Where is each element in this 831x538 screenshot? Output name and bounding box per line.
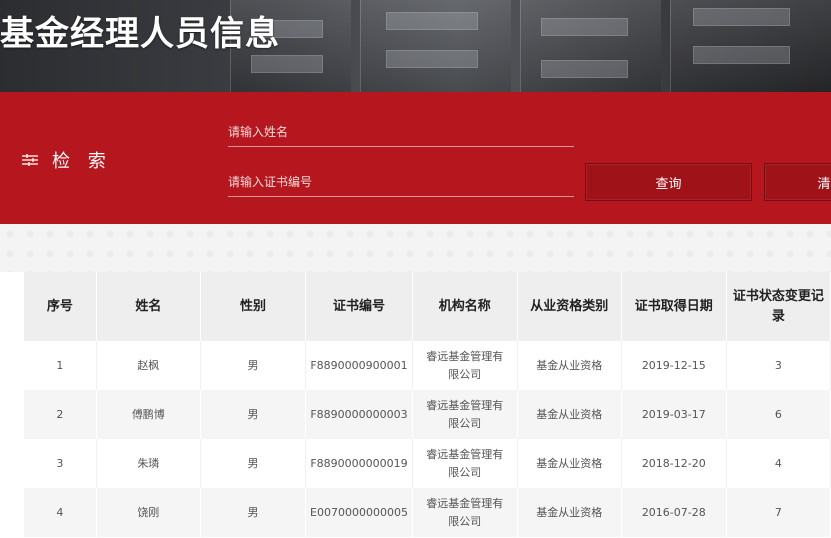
cell-name: 赵枫 [96, 341, 201, 390]
cell-gender: 男 [200, 439, 307, 488]
name-field [228, 118, 574, 147]
clear-button[interactable]: 清 [764, 163, 831, 201]
cell-cert-number: F8890000900001 [305, 341, 413, 390]
cell-institution: 睿远基金管理有限公司 [412, 439, 518, 488]
cell-index: 1 [24, 341, 97, 390]
column-header-index: 序号 [24, 272, 97, 341]
column-header-gender: 性别 [200, 272, 307, 341]
column-header-qualification: 从业资格类别 [517, 272, 622, 341]
cell-status-record[interactable]: 3 [726, 341, 831, 390]
search-title: 检 索 [52, 151, 112, 172]
cell-cert-date: 2016-07-28 [621, 488, 727, 537]
cell-name: 饶刚 [96, 488, 201, 537]
cell-gender: 男 [200, 488, 307, 537]
table-row[interactable]: 3 朱璘 男 F8890000000019 睿远基金管理有限公司 基金从业资格 … [24, 439, 831, 488]
cell-gender: 男 [200, 390, 307, 439]
cell-institution: 睿远基金管理有限公司 [412, 488, 518, 537]
cell-institution: 睿远基金管理有限公司 [412, 341, 518, 390]
table-row[interactable]: 2 傅鹏博 男 F8890000000003 睿远基金管理有限公司 基金从业资格… [24, 390, 831, 439]
cell-qualification: 基金从业资格 [517, 341, 622, 390]
cell-qualification: 基金从业资格 [517, 439, 622, 488]
clear-button-label: 清 [817, 176, 831, 192]
cell-cert-date: 2018-12-20 [621, 439, 727, 488]
header-banner: 基金经理人员信息 [0, 0, 831, 92]
cell-institution: 睿远基金管理有限公司 [412, 390, 518, 439]
cell-qualification: 基金从业资格 [517, 488, 622, 537]
column-header-name: 姓名 [96, 272, 201, 341]
page-title: 基金经理人员信息 [0, 14, 280, 54]
filter-icon [22, 154, 38, 166]
cell-name: 朱璘 [96, 439, 201, 488]
search-panel: 检 索 查询 清 [0, 92, 831, 224]
column-header-cert-number: 证书编号 [305, 272, 413, 341]
cell-index: 3 [24, 439, 97, 488]
cell-index: 4 [24, 488, 97, 537]
table-header-row: 序号 姓名 性别 证书编号 机构名称 从业资格类别 证书取得日期 证书状态变更记… [24, 272, 831, 341]
cert-field [228, 168, 574, 197]
column-header-institution: 机构名称 [412, 272, 518, 341]
cert-number-input[interactable] [228, 168, 574, 196]
cell-qualification: 基金从业资格 [517, 390, 622, 439]
results-table-container: 序号 姓名 性别 证书编号 机构名称 从业资格类别 证书取得日期 证书状态变更记… [24, 272, 831, 537]
cell-status-record[interactable]: 6 [726, 390, 831, 439]
query-button[interactable]: 查询 [585, 163, 752, 201]
query-button-label: 查询 [655, 176, 682, 192]
name-input[interactable] [228, 118, 574, 146]
cell-status-record[interactable]: 4 [726, 439, 831, 488]
cell-cert-date: 2019-12-15 [621, 341, 727, 390]
table-row[interactable]: 4 饶刚 男 E0070000000005 睿远基金管理有限公司 基金从业资格 … [24, 488, 831, 537]
column-header-status-record: 证书状态变更记录 [726, 272, 831, 341]
pattern-divider [0, 224, 831, 272]
cell-cert-date: 2019-03-17 [621, 390, 727, 439]
cell-cert-number: E0070000000005 [305, 488, 413, 537]
cell-cert-number: F8890000000019 [305, 439, 413, 488]
cell-name: 傅鹏博 [96, 390, 201, 439]
column-header-cert-date: 证书取得日期 [621, 272, 727, 341]
cell-cert-number: F8890000000003 [305, 390, 413, 439]
cell-gender: 男 [200, 341, 307, 390]
cell-index: 2 [24, 390, 97, 439]
cell-status-record[interactable]: 7 [726, 488, 831, 537]
results-table: 序号 姓名 性别 证书编号 机构名称 从业资格类别 证书取得日期 证书状态变更记… [24, 272, 831, 537]
table-row[interactable]: 1 赵枫 男 F8890000900001 睿远基金管理有限公司 基金从业资格 … [24, 341, 831, 390]
search-heading: 检 索 [22, 147, 112, 173]
